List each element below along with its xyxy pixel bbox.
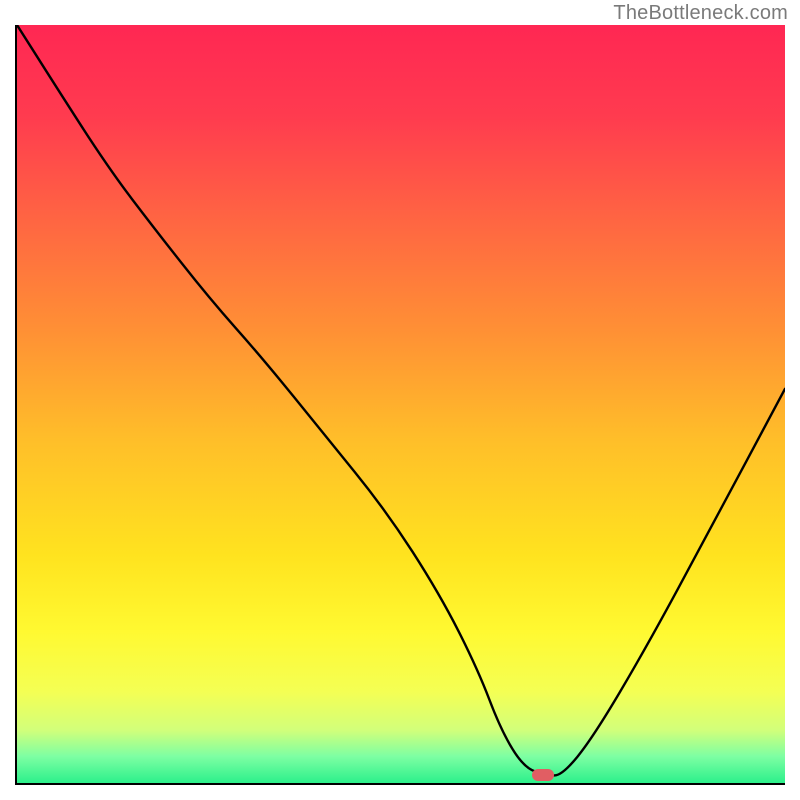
chart-container: TheBottleneck.com [0,0,800,800]
plot-area [15,25,785,785]
optimal-marker [532,769,554,781]
gradient-background [17,25,785,783]
watermark-label: TheBottleneck.com [613,2,788,25]
